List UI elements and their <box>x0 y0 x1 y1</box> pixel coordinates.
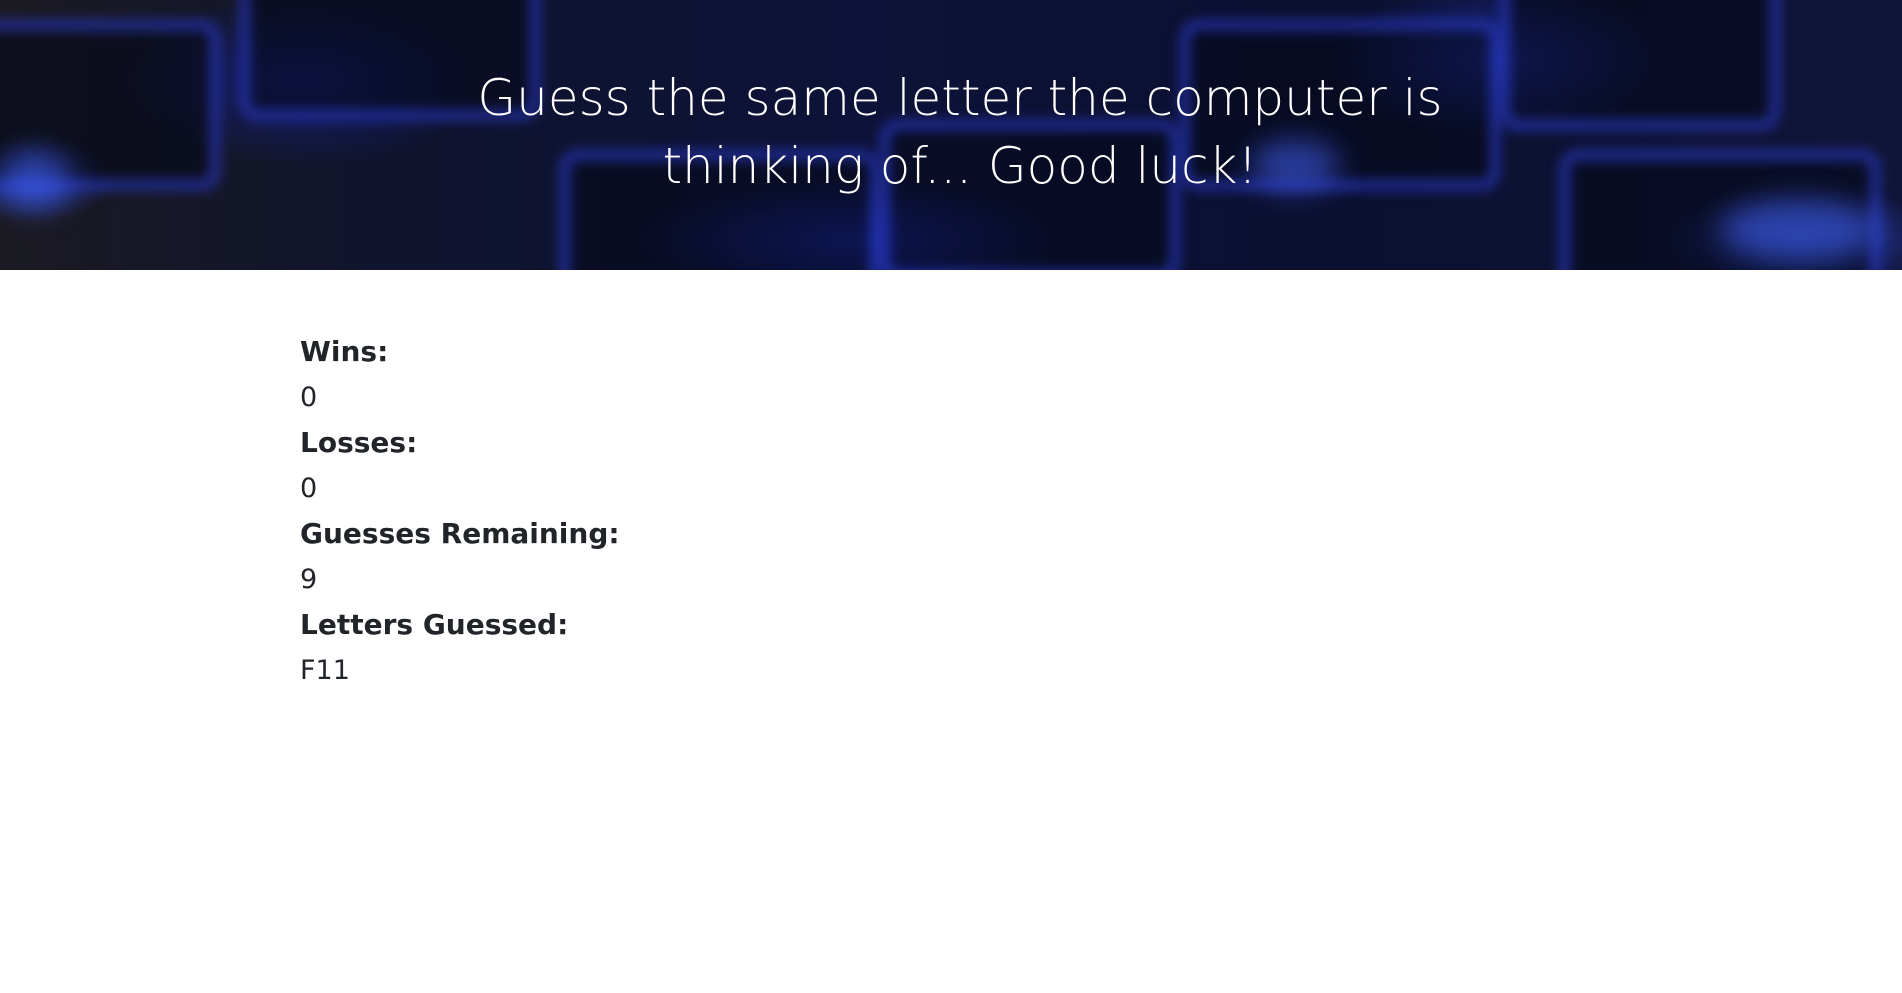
keyboard-light-glow <box>0 150 70 210</box>
keyboard-key-image <box>1500 0 1780 130</box>
letters-guessed-value: F11 <box>300 655 350 686</box>
guesses-remaining-label: Guesses Remaining: <box>300 517 620 550</box>
keyboard-light-glow <box>1720 200 1880 260</box>
letters-guessed-label: Letters Guessed: <box>300 608 569 641</box>
losses-value: 0 <box>300 473 318 504</box>
page-title: Guess the same letter the computer is th… <box>477 69 1443 195</box>
wins-value: 0 <box>300 382 318 413</box>
hero-banner: Guess the same letter the computer is th… <box>0 0 1902 270</box>
wins-label: Wins: <box>300 335 389 368</box>
guesses-remaining-value: 9 <box>300 564 318 595</box>
losses-label: Losses: <box>300 426 418 459</box>
game-stats: Wins: 0 Losses: 0 Guesses Remaining: 9 L… <box>300 330 1200 694</box>
